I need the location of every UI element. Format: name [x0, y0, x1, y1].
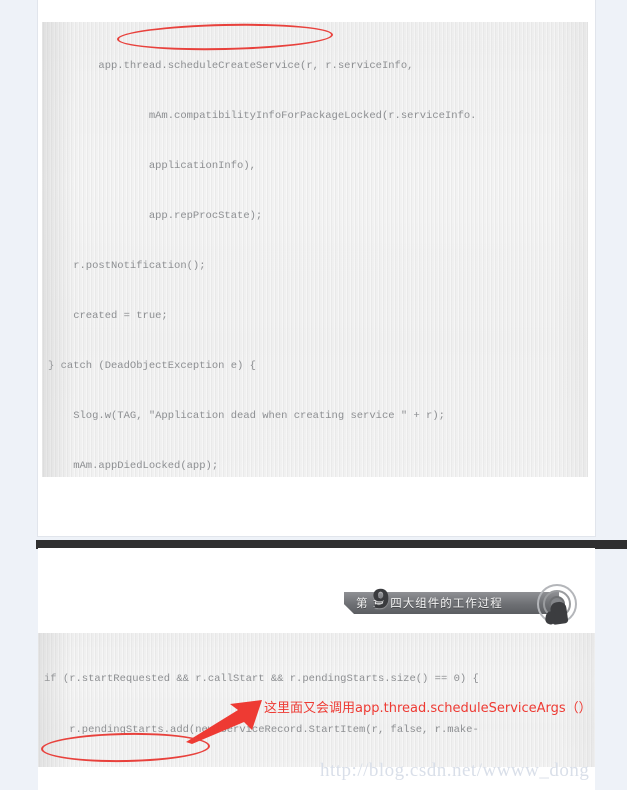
code-line: mAm.appDiedLocked(app); — [48, 459, 219, 472]
code-line: applicationInfo), — [48, 160, 256, 173]
red-arrow-pointer — [186, 700, 262, 744]
code-line: app.thread.scheduleCreateService(r, r.se… — [48, 60, 414, 73]
code-line: Slog.w(TAG, "Application dead when creat… — [48, 409, 445, 422]
code-line: created = true; — [48, 310, 168, 323]
code-line: if (r.startRequested && r.callStart && r… — [44, 673, 479, 685]
touch-tap-icon — [535, 583, 579, 627]
code-line: r.postNotification(); — [48, 260, 206, 273]
watermark-url: http://blog.csdn.net/wwww_dong — [320, 760, 590, 781]
chapter-banner: 第 章 四大组件的工作过程 9 — [344, 585, 561, 621]
code-line: mAm.compatibilityInfoForPackageLocked(r.… — [48, 110, 477, 123]
code-line: } catch (DeadObjectException e) { — [48, 360, 256, 373]
hand-pointer-shape — [549, 600, 569, 626]
code-line: app.repProcState); — [48, 210, 263, 223]
chapter-number: 9 — [372, 585, 391, 615]
red-annotation-text: 这里面又会调用app.thread.scheduleServiceArgs（） — [264, 701, 592, 716]
code-block-top: app.thread.scheduleCreateService(r, r.se… — [42, 22, 588, 477]
